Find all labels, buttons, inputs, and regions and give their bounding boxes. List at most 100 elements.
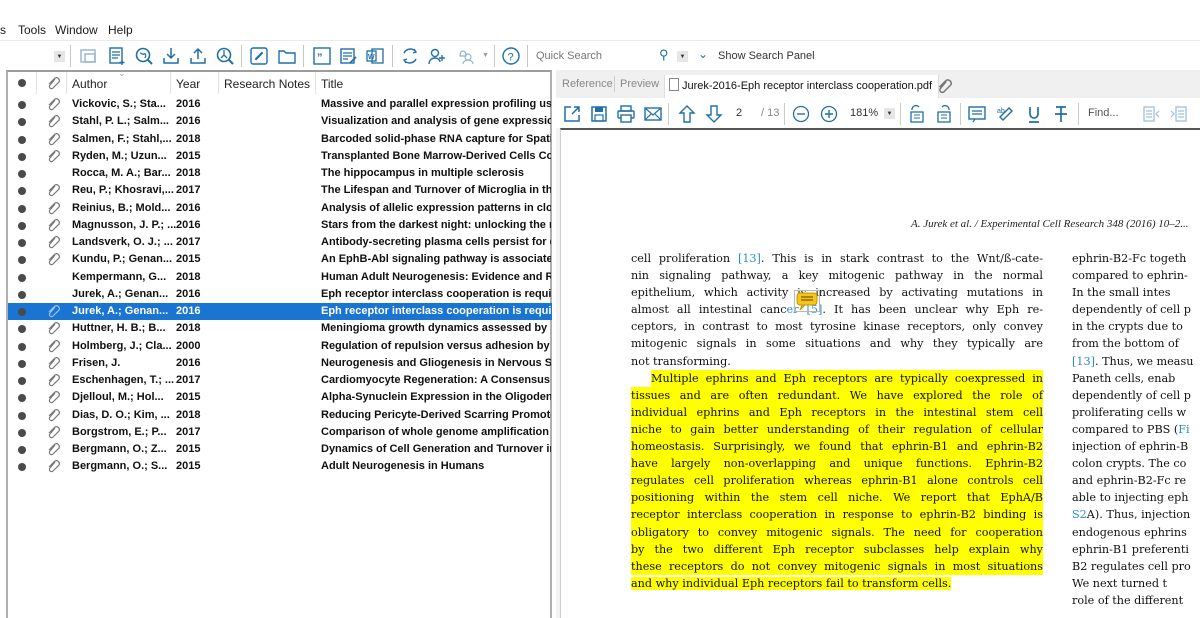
find-next-icon[interactable] xyxy=(1168,103,1190,125)
zoom-level[interactable]: 181% xyxy=(850,107,878,119)
find-full-text-icon[interactable] xyxy=(214,45,236,67)
highlighter-icon[interactable]: ab xyxy=(994,103,1016,125)
citation-link[interactable]: S2 xyxy=(1072,508,1087,521)
read-status-icon[interactable] xyxy=(18,135,26,144)
email-icon[interactable] xyxy=(642,103,664,125)
read-status-icon[interactable] xyxy=(18,290,26,299)
new-group-icon[interactable] xyxy=(78,45,100,67)
notifications-icon[interactable] xyxy=(455,45,477,67)
reference-row[interactable]: Jurek, A.; Genan... 2016 Eph receptor inte… xyxy=(8,303,552,321)
reference-row[interactable]: Rocca, M. A.; Bar... 2018 The hippocampus … xyxy=(8,165,552,182)
tab-pdf[interactable]: Jurek-2016-Eph receptor interclass coope… xyxy=(664,75,940,98)
underline-icon[interactable] xyxy=(1023,103,1045,125)
read-status-icon[interactable] xyxy=(18,152,26,161)
reference-row[interactable]: Kempermann, G... 2018 Human Adult Neurogen… xyxy=(8,269,552,286)
menu-window[interactable]: Window xyxy=(55,23,98,37)
column-research-notes[interactable]: Research Notes xyxy=(224,77,310,91)
previous-page-icon[interactable] xyxy=(676,103,698,125)
print-icon[interactable] xyxy=(615,103,637,125)
read-status-icon[interactable] xyxy=(18,101,26,109)
attachment-icon[interactable] xyxy=(46,442,60,456)
reference-row[interactable]: Kundu, P.; Genan... 2015 An EphB-Abl signa… xyxy=(8,251,552,268)
attachment-icon[interactable] xyxy=(46,183,60,197)
pdf-viewer[interactable]: A. Jurek et al. / Experimental Cell Rese… xyxy=(560,128,1200,618)
tab-reference[interactable]: Reference xyxy=(562,78,613,90)
attachment-icon[interactable] xyxy=(46,459,60,473)
attachment-icon[interactable] xyxy=(936,78,952,94)
reference-row[interactable]: Borgstrom, E.; P... 2017 Comparison of who… xyxy=(8,424,552,441)
attachment-icon[interactable] xyxy=(46,235,60,249)
search-options-dropdown[interactable]: ▼ xyxy=(677,51,688,62)
read-status-icon[interactable] xyxy=(18,463,26,472)
next-page-icon[interactable] xyxy=(703,103,725,125)
reference-row[interactable]: Bergmann, O.; Z... 2015 Dynamics of Cell G… xyxy=(8,441,552,458)
citation-link[interactable]: Fi xyxy=(1178,423,1189,436)
read-status-icon[interactable] xyxy=(18,239,26,247)
read-status-icon[interactable] xyxy=(18,446,26,454)
attachment-icon[interactable] xyxy=(46,339,60,353)
attachment-icon[interactable] xyxy=(46,132,60,146)
read-status-icon[interactable] xyxy=(18,377,26,385)
notifications-dropdown-arrow[interactable]: ▼ xyxy=(482,52,489,59)
save-icon[interactable] xyxy=(588,103,610,125)
read-status-icon[interactable] xyxy=(18,342,26,351)
read-status-icon[interactable] xyxy=(18,428,26,437)
attachment-icon[interactable] xyxy=(46,356,60,370)
reference-row[interactable]: Ryden, M.; Uzun... 2015 Transplanted Bone … xyxy=(8,148,552,165)
read-status-icon[interactable] xyxy=(18,187,26,196)
import-icon[interactable] xyxy=(160,45,182,67)
attachment-icon[interactable] xyxy=(46,304,60,318)
attachment-icon[interactable] xyxy=(46,373,60,387)
reference-row[interactable]: Holmberg, J.; Cla... 2000 Regulation of re… xyxy=(8,338,552,355)
find-previous-icon[interactable] xyxy=(1140,103,1162,125)
sync-icon[interactable] xyxy=(399,45,421,67)
tab-preview[interactable]: Preview xyxy=(620,78,659,90)
reference-row[interactable]: Reinius, B.; Mold... 2016 Analysis of alle… xyxy=(8,200,552,217)
style-dropdown-arrow[interactable]: ▼ xyxy=(54,51,65,62)
attachment-column-icon[interactable] xyxy=(46,76,60,90)
read-status-icon[interactable] xyxy=(18,308,26,316)
online-search-icon[interactable] xyxy=(133,45,155,67)
citation-link[interactable]: [13] xyxy=(1072,355,1095,368)
reference-row[interactable]: Salmen, F.; Stahl,... 2018 Barcoded solid-… xyxy=(8,131,552,148)
attachment-icon[interactable] xyxy=(46,97,60,111)
attachment-icon[interactable] xyxy=(46,252,60,266)
reference-row[interactable]: Frisen, J. 2016 Neurogenesis and Gliogenes… xyxy=(8,355,552,372)
reference-row[interactable]: Stahl, P. L.; Salm... 2016 Visualization a… xyxy=(8,113,552,130)
reference-row[interactable]: Huttner, H. B.; B... 2018 Meningioma growt… xyxy=(8,320,552,337)
zoom-out-icon[interactable] xyxy=(790,103,812,125)
column-year[interactable]: Year xyxy=(176,77,200,91)
read-status-icon[interactable] xyxy=(18,394,26,403)
zoom-in-icon[interactable] xyxy=(818,103,840,125)
reference-row[interactable]: Vickovic, S.; Sta... 2016 Massive and para… xyxy=(8,96,552,113)
read-status-icon[interactable] xyxy=(18,325,26,334)
menu-tools[interactable]: Tools xyxy=(18,23,46,37)
search-icon[interactable]: ⚲ xyxy=(659,47,669,63)
new-reference-icon[interactable] xyxy=(106,45,128,67)
insert-citation-icon[interactable]: ” xyxy=(311,45,333,67)
attachment-icon[interactable] xyxy=(46,321,60,335)
reference-row[interactable]: Djelloul, M.; Hol... 2015 Alpha-Synuclein … xyxy=(8,389,552,406)
read-status-icon[interactable] xyxy=(18,359,26,368)
reference-row[interactable]: Landsverk, O. J.; ... 2017 Antibody-secret… xyxy=(8,234,552,251)
attachment-icon[interactable] xyxy=(46,201,60,215)
zoom-dropdown[interactable]: ▼ xyxy=(884,108,895,119)
export-icon[interactable] xyxy=(187,45,209,67)
annotation-note-icon[interactable] xyxy=(794,290,820,312)
attachment-icon[interactable] xyxy=(46,390,60,404)
reference-row[interactable]: Dias, D. O.; Kim, ... 2018 Reducing Pericy… xyxy=(8,407,552,424)
read-status-icon[interactable] xyxy=(18,411,26,420)
find-input[interactable]: Find... xyxy=(1088,107,1119,119)
read-status-icon[interactable] xyxy=(18,118,26,127)
attachment-icon[interactable] xyxy=(46,149,60,163)
share-icon[interactable] xyxy=(426,45,448,67)
read-status-column-icon[interactable] xyxy=(18,79,26,87)
read-status-icon[interactable] xyxy=(18,221,26,230)
sticky-note-icon[interactable] xyxy=(966,103,988,125)
chevron-double-down-icon[interactable]: ⌄ xyxy=(698,47,708,61)
attachment-icon[interactable] xyxy=(46,218,60,232)
citation-link[interactable]: [13] xyxy=(738,252,761,265)
reference-row[interactable]: Reu, P.; Khosravi,... 2017 The Lifespan an… xyxy=(8,182,552,199)
word-icon[interactable]: W xyxy=(364,45,386,67)
menu-references[interactable]: s xyxy=(0,23,6,37)
